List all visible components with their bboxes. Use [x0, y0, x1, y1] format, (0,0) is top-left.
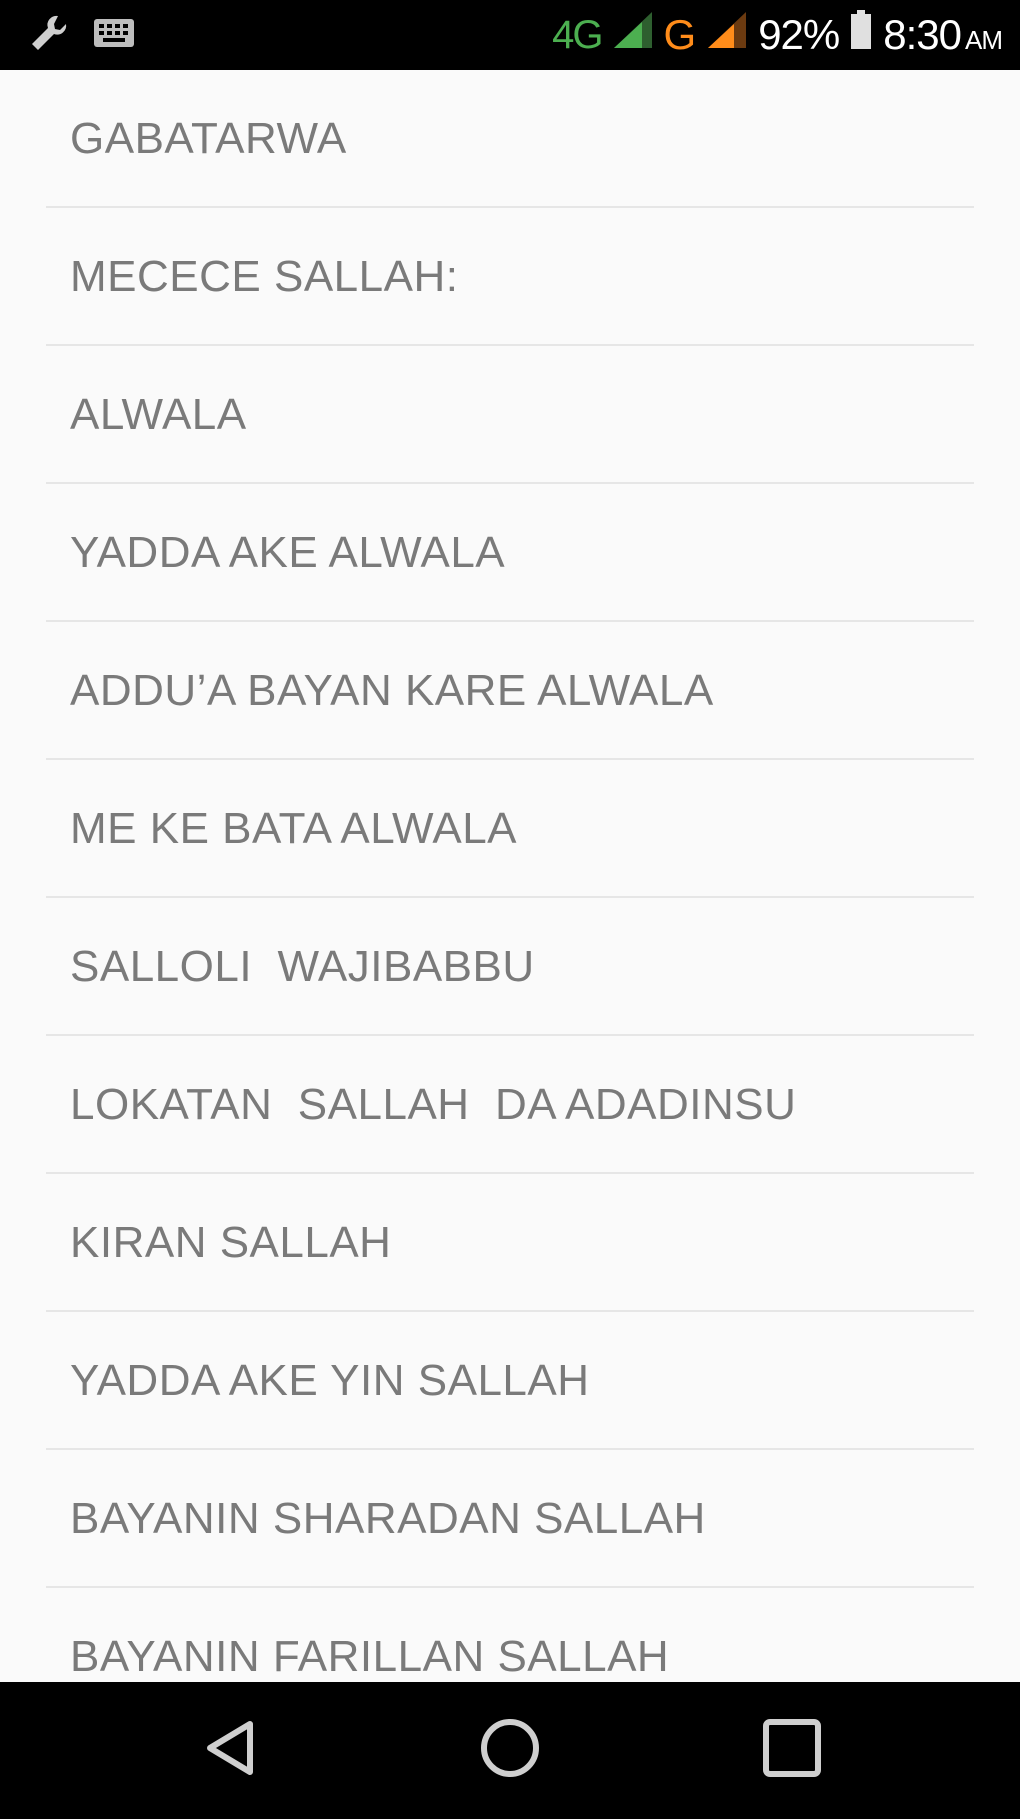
- recents-icon: [760, 1716, 824, 1785]
- signal-strength-icon: [612, 10, 654, 60]
- recents-button[interactable]: [752, 1710, 832, 1790]
- list-item-label: GABATARWA: [70, 114, 347, 163]
- clock: 8:30 AM: [883, 11, 1003, 59]
- status-right-icons: 4G G 92% 8:30 AM: [552, 9, 1003, 61]
- status-left-icons: [28, 14, 136, 56]
- list-item-label: SALLOLI WAJIBABBU: [70, 942, 535, 991]
- list-item-label: LOKATAN SALLAH DA ADADINSU: [70, 1080, 797, 1129]
- battery-percent: 92%: [758, 11, 840, 58]
- list-item-label: ALWALA: [70, 390, 247, 439]
- list-item[interactable]: YADDA AKE YIN SALLAH: [0, 1312, 1020, 1450]
- signal-strength-secondary-icon: [706, 10, 748, 60]
- list-item[interactable]: BAYANIN FARILLAN SALLAH: [0, 1588, 1020, 1682]
- back-button[interactable]: [190, 1710, 270, 1790]
- list-item-label: YADDA AKE YIN SALLAH: [70, 1356, 590, 1405]
- list-item[interactable]: ADDU’A BAYAN KARE ALWALA: [0, 622, 1020, 760]
- network-type-primary: 4G: [552, 12, 603, 57]
- list-item[interactable]: KIRAN SALLAH: [0, 1174, 1020, 1312]
- list-item-label: ADDU’A BAYAN KARE ALWALA: [70, 666, 714, 715]
- list-item-label: MECECE SALLAH:: [70, 252, 459, 301]
- list-item[interactable]: SALLOLI WAJIBABBU: [0, 898, 1020, 1036]
- status-bar: 4G G 92% 8:30 AM: [0, 0, 1020, 70]
- network-type-secondary: G: [663, 11, 697, 58]
- navigation-bar: [0, 1682, 1020, 1819]
- list-item-label: BAYANIN FARILLAN SALLAH: [70, 1632, 670, 1681]
- keyboard-icon: [92, 15, 136, 56]
- battery-icon: [849, 9, 873, 61]
- list-item-label: BAYANIN SHARADAN SALLAH: [70, 1494, 706, 1543]
- clock-ampm: AM: [965, 25, 1003, 55]
- list-item[interactable]: YADDA AKE ALWALA: [0, 484, 1020, 622]
- list-item[interactable]: GABATARWA: [0, 70, 1020, 208]
- home-icon: [478, 1716, 542, 1785]
- list-item-label: YADDA AKE ALWALA: [70, 528, 506, 577]
- wrench-icon: [28, 12, 70, 59]
- list-item-label: KIRAN SALLAH: [70, 1218, 392, 1267]
- list-item[interactable]: ALWALA: [0, 346, 1020, 484]
- list-item[interactable]: LOKATAN SALLAH DA ADADINSU: [0, 1036, 1020, 1174]
- back-icon: [202, 1718, 258, 1783]
- list-item[interactable]: ME KE BATA ALWALA: [0, 760, 1020, 898]
- list-item[interactable]: BAYANIN SHARADAN SALLAH: [0, 1450, 1020, 1588]
- list-item-label: ME KE BATA ALWALA: [70, 804, 518, 853]
- home-button[interactable]: [470, 1710, 550, 1790]
- menu-list[interactable]: GABATARWA MECECE SALLAH: ALWALA YADDA AK…: [0, 70, 1020, 1682]
- clock-time: 8:30: [883, 11, 962, 58]
- list-item[interactable]: MECECE SALLAH:: [0, 208, 1020, 346]
